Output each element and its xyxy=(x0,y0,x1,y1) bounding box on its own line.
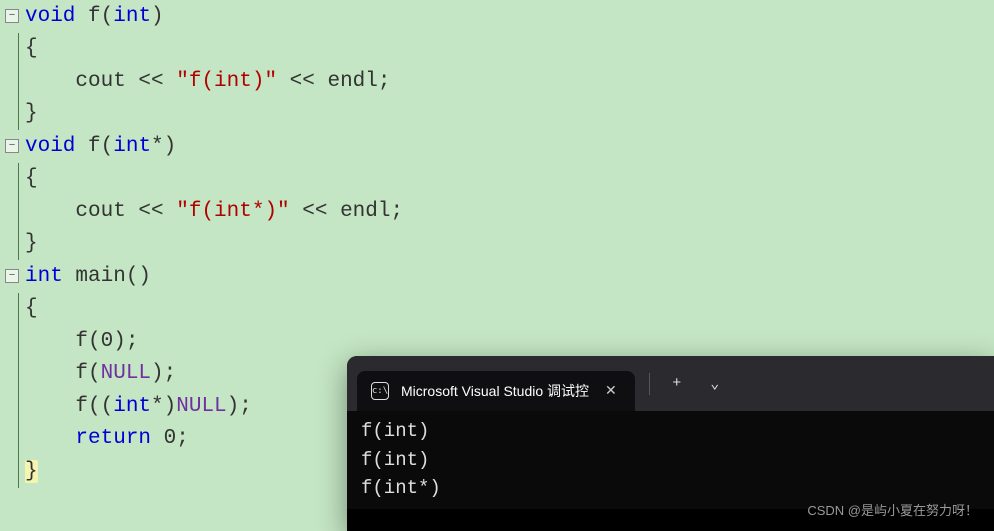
code-line[interactable]: cout << "f(int*)" << endl; xyxy=(5,195,994,228)
code-text: void f(int*) xyxy=(25,135,176,158)
code-text: } xyxy=(25,102,38,125)
code-text: f((int*)NULL); xyxy=(25,395,252,418)
code-line[interactable]: { xyxy=(5,33,994,66)
divider xyxy=(649,373,650,395)
terminal-line: f(int) xyxy=(361,417,980,446)
watermark-text: CSDN @是屿小夏在努力呀！ xyxy=(807,500,978,519)
code-line[interactable]: −int main() xyxy=(5,260,994,293)
code-text: } xyxy=(25,460,38,483)
dropdown-button[interactable]: ⌄ xyxy=(698,367,732,401)
tab-title: Microsoft Visual Studio 调试控 xyxy=(401,381,589,401)
code-line[interactable]: f(0); xyxy=(5,325,994,358)
close-icon[interactable]: ✕ xyxy=(601,380,621,401)
terminal-tab[interactable]: c:\ Microsoft Visual Studio 调试控 ✕ xyxy=(357,371,635,411)
code-line[interactable]: cout << "f(int)" << endl; xyxy=(5,65,994,98)
tab-controls: + ⌄ xyxy=(643,367,732,401)
code-text: { xyxy=(25,37,38,60)
fold-toggle[interactable]: − xyxy=(5,269,19,283)
terminal-titlebar: c:\ Microsoft Visual Studio 调试控 ✕ + ⌄ xyxy=(347,356,994,411)
code-text: f(0); xyxy=(25,330,138,353)
code-text: int main() xyxy=(25,265,151,288)
code-text: cout << "f(int)" << endl; xyxy=(25,70,390,93)
fold-toggle[interactable]: − xyxy=(5,9,19,23)
code-line[interactable]: −void f(int*) xyxy=(5,130,994,163)
code-line[interactable]: { xyxy=(5,293,994,326)
new-tab-button[interactable]: + xyxy=(660,367,694,401)
terminal-line: f(int) xyxy=(361,446,980,475)
terminal-line: f(int*) xyxy=(361,474,980,503)
code-line[interactable]: } xyxy=(5,98,994,131)
code-text: cout << "f(int*)" << endl; xyxy=(25,200,403,223)
terminal-icon: c:\ xyxy=(371,382,389,400)
code-text: } xyxy=(25,232,38,255)
terminal-window: c:\ Microsoft Visual Studio 调试控 ✕ + ⌄ f(… xyxy=(347,356,994,531)
code-text: void f(int) xyxy=(25,5,164,28)
code-text: return 0; xyxy=(25,427,189,450)
terminal-output: f(int)f(int)f(int*) xyxy=(347,411,994,509)
code-line[interactable]: } xyxy=(5,228,994,261)
fold-toggle[interactable]: − xyxy=(5,139,19,153)
code-line[interactable]: −void f(int) xyxy=(5,0,994,33)
code-text: f(NULL); xyxy=(25,362,176,385)
code-text: { xyxy=(25,297,38,320)
code-line[interactable]: { xyxy=(5,163,994,196)
code-text: { xyxy=(25,167,38,190)
